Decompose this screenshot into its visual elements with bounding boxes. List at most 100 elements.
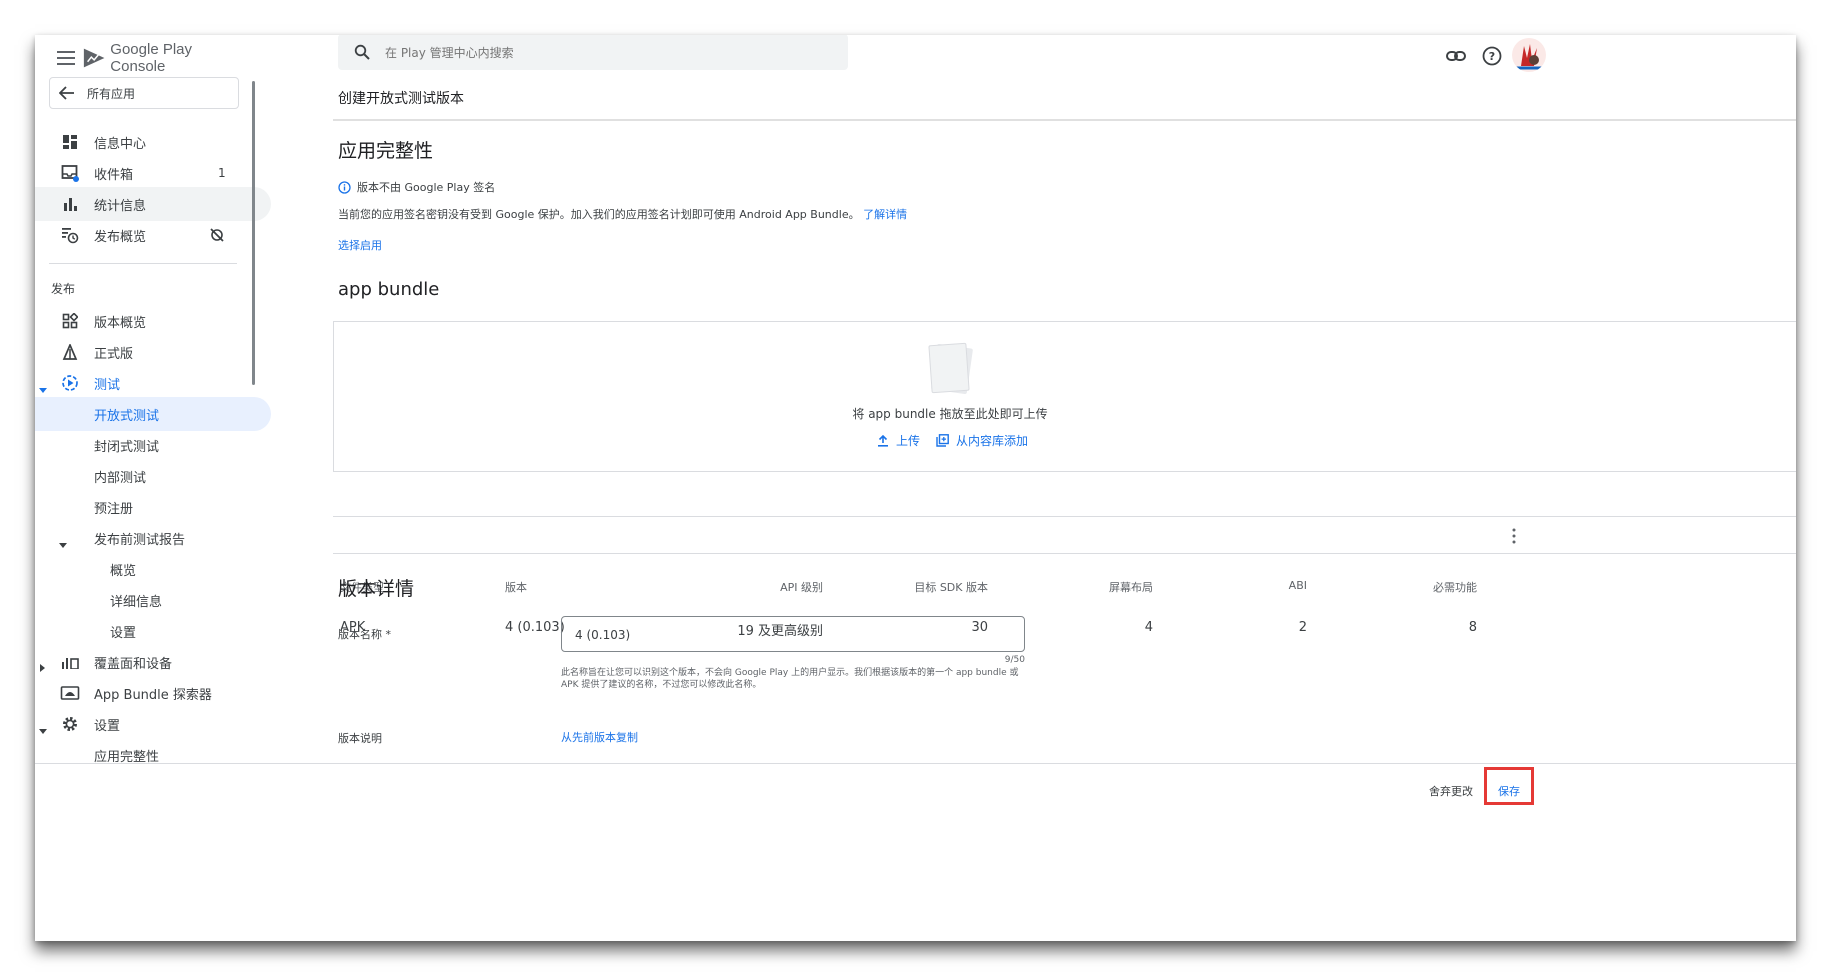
sidebar-item-label: 预注册 (94, 501, 134, 517)
table-header: 屏幕布局 (1109, 581, 1153, 594)
sidebar-item-release-overview[interactable]: 版本概览 (35, 304, 271, 338)
bundle-heading: app bundle (338, 279, 440, 300)
more-vert-icon[interactable] (1509, 527, 1519, 545)
version-name-help: 此名称旨在让您可以识别这个版本，不会向 Google Play 上的用户显示。我… (561, 668, 1019, 690)
brand-text: Google Play Console (110, 41, 193, 75)
sidebar-item-publishing-overview[interactable]: 发布概览 (35, 218, 271, 252)
sidebar-item-label: 封闭式测试 (94, 439, 160, 455)
footer-bar: 舍弃更改 保存 (35, 763, 1796, 941)
page-title: 创建开放式测试版本 (338, 91, 464, 107)
table-header: 版本 (505, 581, 527, 594)
sidebar-item-inbox[interactable]: 收件箱 1 (35, 156, 271, 190)
table-cell: 8 (1468, 620, 1477, 635)
sidebar-divider (49, 263, 237, 264)
link-icon[interactable] (1445, 45, 1467, 67)
sidebar-item-label: 测试 (94, 377, 121, 393)
section-release-heading: 发布 (51, 282, 76, 296)
sidebar-item-report-overview[interactable]: 概览 (35, 552, 271, 586)
integrity-description-row: 当前您的应用签名密钥没有受到 Google 保护。加入我们的应用签名计划即可使用… (338, 206, 907, 222)
table-header: 目标 SDK 版本 (914, 581, 988, 594)
table-header: API 级别 (780, 581, 823, 594)
sidebar-item-pre-registration[interactable]: 预注册 (35, 490, 271, 524)
sidebar-item-label: 设置 (110, 625, 137, 641)
sidebar-item-production[interactable]: 正式版 (35, 335, 271, 369)
arrow-back-icon (59, 86, 74, 100)
upload-icon (878, 434, 888, 447)
version-name-label: 版本名称 * (338, 628, 391, 641)
sync-disabled-icon (209, 227, 225, 247)
all-apps-button[interactable]: 所有应用 (49, 77, 239, 109)
sidebar-item-report-settings[interactable]: 设置 (35, 614, 271, 648)
expand-arrow-icon (59, 534, 67, 553)
table-row[interactable] (333, 517, 1796, 553)
library-label: 从内容库添加 (956, 434, 1029, 448)
sidebar: 所有应用 信息中心 收件箱 1 统计信息 发布概览 发布 版本概览 正式版 测试… (35, 75, 271, 765)
sidebar-item-closed-testing[interactable]: 封闭式测试 (35, 428, 271, 462)
menu-icon[interactable] (51, 43, 81, 73)
bundle-explorer-icon (59, 682, 81, 704)
sidebar-item-settings[interactable]: 设置 (35, 707, 271, 741)
version-name-field[interactable] (561, 616, 1025, 652)
sidebar-item-report-details[interactable]: 详细信息 (35, 583, 271, 617)
sidebar-item-reach-devices[interactable]: 覆盖面和设备 (35, 645, 271, 679)
discard-changes-button[interactable]: 舍弃更改 (1429, 783, 1473, 799)
table-row-divider (333, 553, 1796, 554)
table-cell: 4 (1144, 620, 1153, 635)
drop-text: 将 app bundle 拖放至此处即可上传 (852, 407, 1048, 421)
opt-in-link[interactable]: 选择启用 (338, 237, 382, 253)
sidebar-item-label: 信息中心 (94, 136, 147, 152)
sidebar-item-label: 正式版 (94, 346, 134, 362)
sidebar-item-internal-testing[interactable]: 内部测试 (35, 459, 271, 493)
help-icon[interactable]: ? (1481, 45, 1503, 67)
collapsed-arrow-icon (40, 657, 46, 676)
copy-previous-link[interactable]: 从先前版本复制 (561, 729, 638, 745)
details-heading: 版本详情 (338, 578, 415, 600)
play-logo-icon (83, 48, 105, 68)
expand-arrow-icon (39, 379, 47, 398)
sidebar-item-label: 设置 (94, 718, 121, 734)
sidebar-item-open-testing[interactable]: 开放式测试 (35, 397, 271, 431)
upload-label: 上传 (896, 434, 921, 448)
reach-devices-icon (59, 651, 81, 673)
table-header: ABI (1288, 579, 1307, 592)
learn-more-link[interactable]: 了解详情 (863, 208, 907, 221)
testing-icon (59, 372, 81, 394)
sidebar-item-label: 收件箱 (94, 167, 134, 183)
play-console-logo[interactable]: Google Play Console (82, 41, 242, 75)
avatar[interactable] (1512, 38, 1546, 72)
sidebar-item-label: 详细信息 (110, 594, 163, 610)
info-row: 版本不由 Google Play 签名 (338, 179, 495, 195)
search-input[interactable] (383, 40, 827, 66)
inbox-count-badge: 1 (218, 166, 226, 180)
add-from-library-button[interactable]: 从内容库添加 (936, 432, 1028, 449)
search-icon (354, 44, 370, 60)
expand-arrow-icon (39, 720, 47, 739)
sidebar-item-bundle-explorer[interactable]: App Bundle 探索器 (35, 676, 271, 710)
table-cell: 2 (1298, 620, 1307, 635)
upload-button[interactable]: 上传 (877, 432, 920, 449)
sidebar-item-label: App Bundle 探索器 (94, 687, 212, 703)
sidebar-item-testing[interactable]: 测试 (35, 366, 271, 400)
sidebar-item-pre-launch-report[interactable]: 发布前测试报告 (35, 521, 271, 555)
save-button[interactable]: 保存 (1498, 783, 1520, 799)
sidebar-item-label: 开放式测试 (94, 408, 160, 424)
sidebar-item-label: 覆盖面和设备 (94, 656, 173, 672)
search-bar[interactable] (338, 35, 848, 70)
release-overview-icon (59, 310, 81, 332)
all-apps-label: 所有应用 (87, 86, 136, 101)
gear-icon (59, 713, 81, 735)
sidebar-item-statistics[interactable]: 统计信息 (35, 187, 271, 221)
sidebar-item-dashboard[interactable]: 信息中心 (35, 125, 271, 159)
sidebar-item-label: 发布概览 (94, 229, 147, 245)
svg-text:?: ? (1489, 50, 1495, 63)
info-icon (338, 180, 351, 194)
publishing-overview-icon (59, 224, 81, 246)
file-stack-icon (928, 342, 974, 395)
bundle-drop-zone[interactable]: 将 app bundle 拖放至此处即可上传 上传 从内容库添加 (333, 321, 1796, 472)
inbox-icon (59, 162, 81, 184)
sidebar-item-label: 内部测试 (94, 470, 147, 486)
char-counter: 9/50 (1004, 655, 1025, 665)
sidebar-scrollbar[interactable] (252, 81, 255, 385)
sidebar-item-label: 版本概览 (94, 315, 147, 331)
version-name-input[interactable] (573, 625, 1007, 645)
